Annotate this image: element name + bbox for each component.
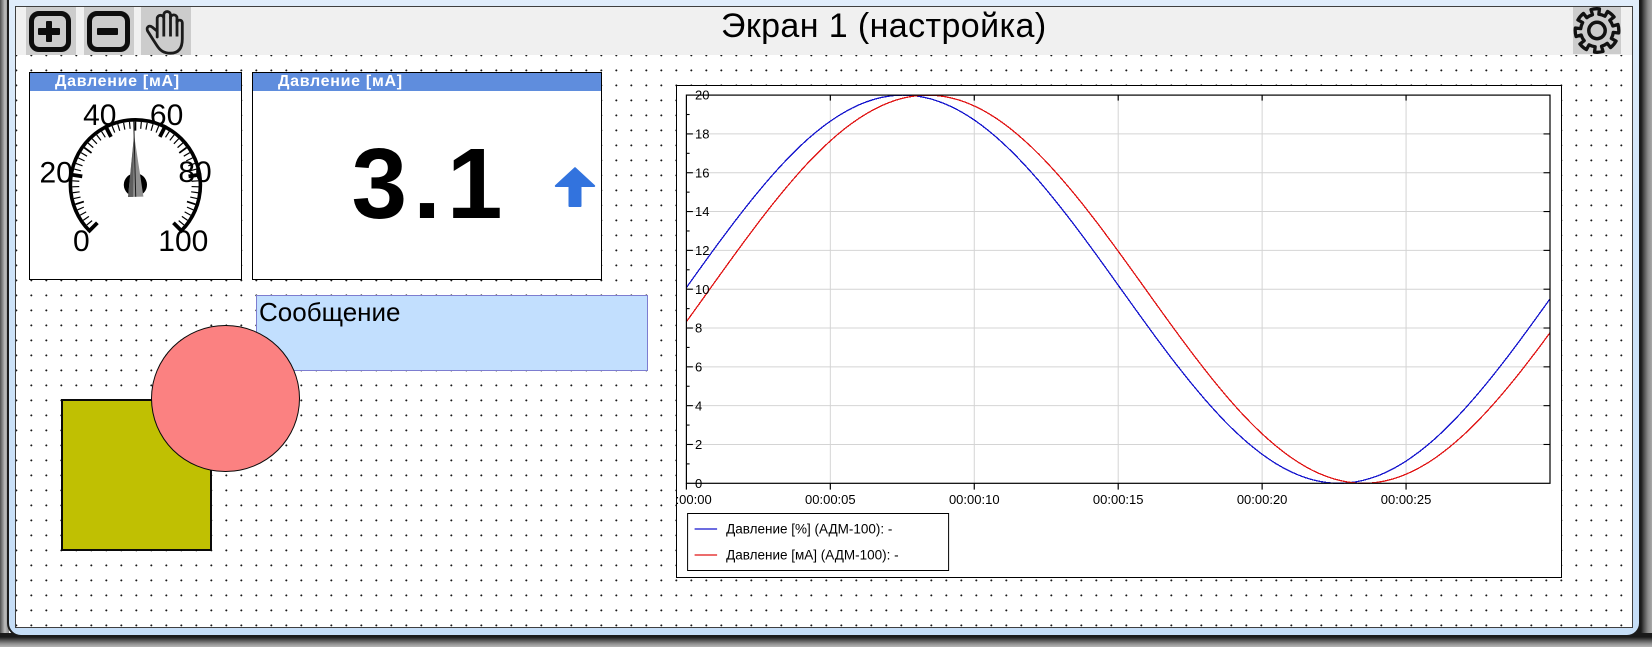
svg-text:14: 14: [695, 204, 709, 219]
svg-text:2: 2: [695, 437, 702, 452]
svg-text:6: 6: [695, 359, 702, 374]
svg-text:20: 20: [40, 156, 73, 189]
svg-text:12: 12: [695, 243, 709, 258]
svg-text:0: 0: [73, 225, 90, 258]
svg-text:80: 80: [178, 156, 211, 189]
svg-text:00:00:05: 00:00:05: [805, 492, 856, 507]
svg-text:40: 40: [83, 99, 116, 132]
svg-text:8: 8: [695, 321, 702, 336]
svg-text:0: 0: [695, 476, 702, 491]
svg-text:00:00:20: 00:00:20: [1237, 492, 1288, 507]
svg-text:20: 20: [695, 88, 709, 103]
svg-text:18: 18: [695, 127, 709, 142]
svg-text:00:00:25: 00:00:25: [1381, 492, 1432, 507]
svg-text:Давление [%] (АДМ-100): -: Давление [%] (АДМ-100): -: [726, 522, 892, 537]
svg-text:100: 100: [158, 225, 208, 258]
svg-text:60: 60: [150, 99, 183, 132]
svg-text:00:00:00: 00:00:00: [677, 492, 712, 507]
svg-text:10: 10: [695, 282, 709, 297]
svg-text:00:00:15: 00:00:15: [1093, 492, 1144, 507]
svg-text:00:00:10: 00:00:10: [949, 492, 1000, 507]
svg-text:Давление [мА] (АДМ-100): -: Давление [мА] (АДМ-100): -: [726, 548, 899, 563]
svg-text:16: 16: [695, 165, 709, 180]
svg-text:4: 4: [695, 398, 702, 413]
